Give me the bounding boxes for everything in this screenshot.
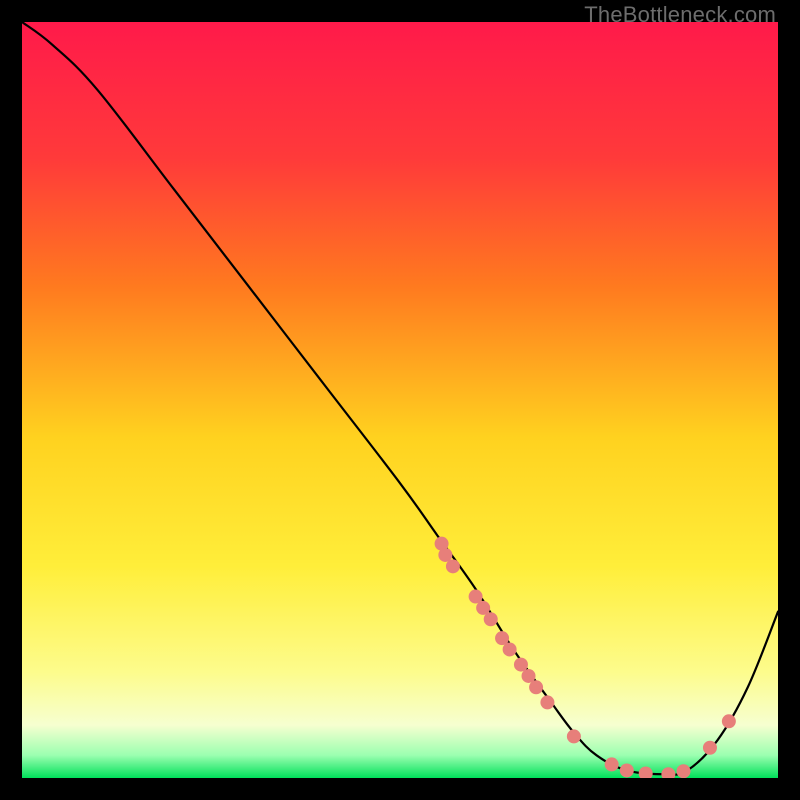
curve-layer [22,22,778,778]
data-marker [661,767,675,778]
data-marker [503,642,517,656]
marker-group [435,537,736,778]
data-marker [605,757,619,771]
data-marker [567,729,581,743]
data-marker [484,612,498,626]
watermark-text: TheBottleneck.com [584,2,776,28]
plot-area [22,22,778,778]
data-marker [540,695,554,709]
data-marker [620,763,634,777]
data-marker [677,764,691,778]
data-marker [446,559,460,573]
chart-stage: TheBottleneck.com [0,0,800,800]
data-marker [722,714,736,728]
data-marker [529,680,543,694]
data-marker [639,766,653,778]
bottleneck-curve [22,22,778,775]
data-marker [703,741,717,755]
